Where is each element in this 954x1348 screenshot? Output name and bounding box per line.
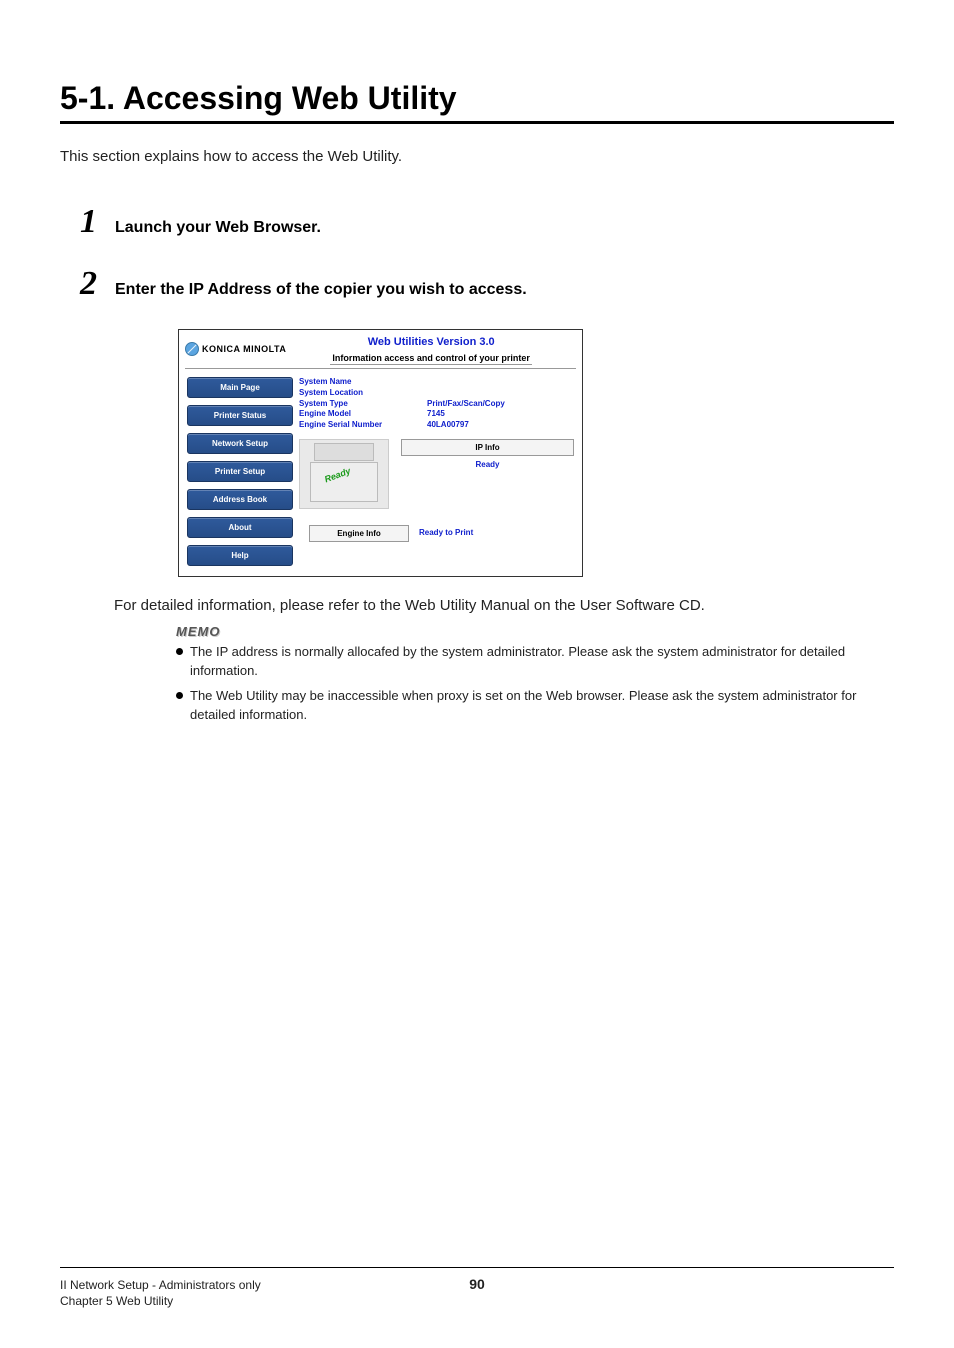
info-row: System Type Print/Fax/Scan/Copy [299, 399, 574, 410]
sidebar-printer-setup[interactable]: Printer Setup [187, 461, 293, 482]
ip-info-button[interactable]: IP Info [401, 439, 574, 456]
info-row: System Location [299, 388, 574, 399]
sidebar-help[interactable]: Help [187, 545, 293, 566]
info-value: 40LA00797 [427, 420, 469, 431]
heading-rule [60, 121, 894, 124]
engine-info-button[interactable]: Engine Info [309, 525, 409, 542]
footer-rule [60, 1267, 894, 1268]
sidebar-about[interactable]: About [187, 517, 293, 538]
info-value: Print/Fax/Scan/Copy [427, 399, 505, 410]
konica-minolta-logo: KONICA MINOLTA [185, 336, 286, 356]
info-label: Engine Model [299, 409, 427, 420]
sidebar: Main Page Printer Status Network Setup P… [185, 373, 297, 570]
info-row: Engine Serial Number 40LA00797 [299, 420, 574, 431]
memo-list: The IP address is normally allocafed by … [176, 643, 894, 724]
sidebar-main-page[interactable]: Main Page [187, 377, 293, 398]
page-title: 5-1. Accessing Web Utility [60, 80, 894, 117]
info-row: System Name [299, 377, 574, 388]
sidebar-address-book[interactable]: Address Book [187, 489, 293, 510]
web-utilities-subtitle: Information access and control of your p… [330, 353, 532, 365]
engine-info-value: Ready to Print [419, 525, 473, 542]
footer-section: II Network Setup - Administrators only [60, 1278, 469, 1292]
intro-text: This section explains how to access the … [60, 148, 894, 165]
memo-label: MEMO [176, 624, 894, 639]
step-text: Enter the IP Address of the copier you w… [115, 281, 527, 299]
globe-icon [185, 342, 199, 356]
step-number: 1 [80, 205, 97, 239]
sidebar-network-setup[interactable]: Network Setup [187, 433, 293, 454]
step-text: Launch your Web Browser. [115, 219, 321, 237]
info-label: System Type [299, 399, 427, 410]
screenshot-main: System Name System Location System Type … [297, 373, 576, 570]
sidebar-printer-status[interactable]: Printer Status [187, 405, 293, 426]
page-footer: II Network Setup - Administrators only 9… [60, 1267, 894, 1308]
info-label: System Name [299, 377, 427, 388]
info-row: Engine Model 7145 [299, 409, 574, 420]
step-1: 1 Launch your Web Browser. [80, 205, 894, 239]
printer-image: Ready [299, 439, 389, 509]
logo-text: KONICA MINOLTA [202, 344, 286, 354]
embedded-screenshot: KONICA MINOLTA Web Utilities Version 3.0… [178, 329, 894, 577]
step-number: 2 [80, 267, 97, 301]
screenshot-header: KONICA MINOLTA Web Utilities Version 3.0… [185, 336, 576, 369]
step-2: 2 Enter the IP Address of the copier you… [80, 267, 894, 301]
info-label: Engine Serial Number [299, 420, 427, 431]
footer-chapter: Chapter 5 Web Utility [60, 1294, 894, 1308]
info-value: 7145 [427, 409, 445, 420]
memo-item: The Web Utility may be inaccessible when… [176, 687, 894, 725]
web-utilities-title: Web Utilities Version 3.0 [286, 336, 576, 348]
memo-item: The IP address is normally allocafed by … [176, 643, 894, 681]
page-number: 90 [469, 1276, 485, 1292]
ready-status: Ready [401, 460, 574, 469]
detail-info-text: For detailed information, please refer t… [114, 597, 894, 614]
info-label: System Location [299, 388, 427, 399]
